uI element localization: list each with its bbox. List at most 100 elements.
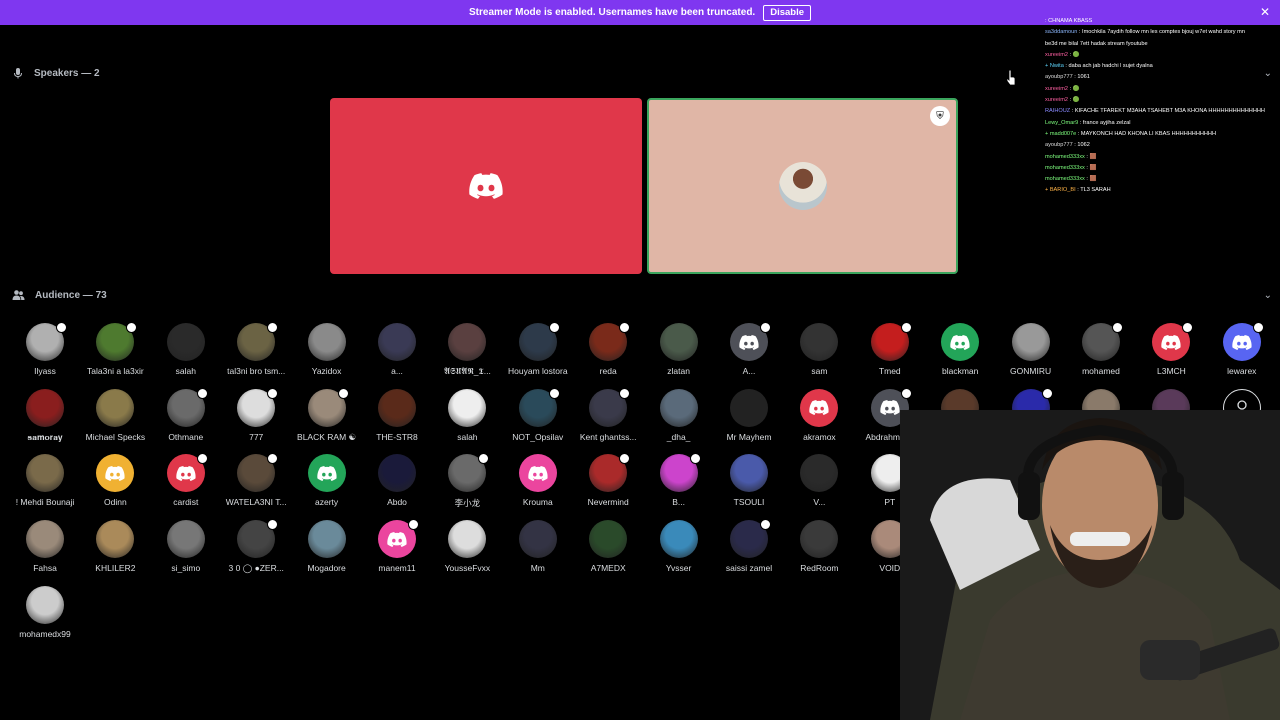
status-badge [900, 387, 912, 399]
audience-member[interactable]: Ilyass [10, 322, 80, 376]
audience-member[interactable]: NOT_Opsilav [503, 387, 573, 442]
audience-member[interactable]: _dha_ [644, 388, 714, 442]
chat-message: xureeim2 : 🟢 [1045, 84, 1280, 95]
avatar [166, 453, 208, 493]
audience-member[interactable]: WATELA3NI T... [221, 453, 291, 507]
chat-username: Lewy_Omar9 [1045, 119, 1080, 126]
chat-text: : 🟢 [1069, 97, 1080, 104]
audience-member[interactable]: saissi zamel [714, 519, 784, 573]
audience-member[interactable]: RedRoom [784, 520, 854, 573]
avatar [307, 520, 346, 559]
audience-member[interactable]: TSOULI [714, 454, 784, 507]
chevron-down-icon[interactable]: ⌄ [1264, 290, 1272, 301]
chat-username: mohamed333xx [1045, 176, 1087, 183]
member-name: Mogadore [307, 563, 346, 574]
audience-member[interactable]: 3 0 ◯ ●ZER... [221, 519, 291, 574]
audience-member[interactable]: Tmed [855, 322, 925, 376]
audience-member[interactable]: cardist [151, 453, 221, 507]
audience-member[interactable]: salah [432, 388, 502, 442]
audience-member[interactable]: Mogadore [292, 520, 362, 573]
avatar [518, 520, 557, 559]
audience-member[interactable]: azerty [292, 454, 362, 507]
audience-member[interactable]: 𝐬𝐚𝐦𝐨𝐫𝐚𝐲 [10, 388, 80, 443]
audience-member[interactable]: V... [784, 454, 854, 507]
chat-text: : 1062 [1074, 142, 1090, 149]
chat-message: xureeim2 : 🟢 [1045, 95, 1280, 106]
audience-member[interactable]: tal3ni bro tsm... [221, 322, 291, 376]
audience-member[interactable]: Abdo [362, 454, 432, 507]
audience-member[interactable]: mohamedx99 [10, 585, 80, 639]
speakers-title: Speakers — 2 [34, 67, 100, 79]
avatar [166, 387, 208, 427]
audience-member[interactable]: akramox [784, 388, 854, 442]
chat-message: ayoubp777 : 1062 [1045, 140, 1280, 151]
disable-streamer-mode-button[interactable]: Disable [763, 4, 811, 21]
audience-member[interactable]: GONMIRU [996, 323, 1066, 376]
audience-member[interactable]: Kent ghantss... [573, 387, 643, 442]
audience-member[interactable]: THE-STR8 [362, 388, 432, 442]
member-name: tal3ni bro tsm... [227, 366, 286, 376]
audience-member[interactable]: zlatan [644, 323, 714, 376]
audience-member[interactable]: lewarex [1207, 322, 1277, 376]
audience-member[interactable]: 𝕬𝕾𝖀𝕬𝕽_𝕿... [432, 323, 502, 377]
avatar [378, 323, 416, 361]
audience-member[interactable]: Othmane [151, 387, 221, 442]
avatar [659, 323, 698, 361]
chat-message: xureeim2 : 🟢 [1045, 50, 1280, 61]
audience-header: Audience — 73 [12, 289, 107, 301]
audience-member[interactable]: Tala3ni a la3xir [80, 322, 150, 376]
audience-member[interactable]: BLACK RAM ☯ [292, 387, 362, 443]
status-badge [760, 519, 771, 531]
audience-member[interactable]: blackman [925, 323, 995, 376]
chat-message: sa3ddamoun : Imochkila 7aydih follow mn … [1045, 27, 1280, 38]
audience-member[interactable]: Krouma [503, 454, 573, 507]
avatar [166, 323, 205, 361]
status-badge [1112, 322, 1123, 333]
audience-member[interactable]: B... [644, 453, 714, 507]
audience-member[interactable]: si_simo [151, 520, 221, 573]
audience-member[interactable]: Mr Mayhem [714, 388, 784, 442]
audience-member[interactable]: Yazidox [292, 323, 362, 376]
audience-member[interactable]: Houyam lostora [503, 322, 573, 376]
chat-text: : 🟢 [1069, 85, 1080, 92]
chat-username: RAIHOUZ [1045, 108, 1072, 115]
audience-member[interactable]: ! Mehdi Bounaji [10, 454, 80, 507]
audience-member[interactable]: Yvsser [644, 520, 714, 573]
audience-member[interactable]: Michael Specks [80, 388, 150, 442]
audience-member[interactable]: reda [573, 322, 643, 376]
avatar [96, 388, 135, 427]
audience-member[interactable]: 李小龙 [432, 453, 502, 509]
audience-member[interactable]: sam [784, 323, 854, 376]
audience-member[interactable]: L3MCH [1136, 322, 1206, 376]
member-name: V... [813, 497, 826, 508]
speaker-tile-active[interactable]: ⛨ [647, 98, 958, 274]
audience-member[interactable]: a... [362, 323, 432, 376]
audience-member[interactable]: YousseFvxx [432, 520, 502, 573]
member-name: blackman [941, 366, 979, 376]
audience-member[interactable]: A7MEDX [573, 520, 643, 573]
speaker-tile[interactable] [330, 98, 642, 274]
audience-member[interactable]: salah [151, 323, 221, 376]
audience-member[interactable]: A... [714, 322, 784, 376]
streamer-webcam [900, 410, 1280, 720]
status-badge [478, 453, 490, 465]
audience-member[interactable]: Nevermind [573, 453, 643, 507]
chat-text: : 🟫 [1086, 153, 1097, 160]
chat-overlay: : CHNAMA KBASS sa3ddamoun : Imochkila 7ay… [1045, 16, 1280, 198]
audience-member[interactable]: Fahsa [10, 520, 80, 573]
audience-member[interactable]: KHLILER2 [80, 520, 150, 573]
avatar [659, 453, 701, 493]
member-name: Mm [530, 563, 545, 574]
chat-text: : MAYKONCH HAD KHONA LI KBAS HHHHHHHHHHH [1077, 130, 1217, 137]
avatar [26, 454, 64, 493]
audience-member[interactable]: mohamed [1066, 322, 1136, 376]
audience-member[interactable]: Mm [503, 520, 573, 573]
audience-member[interactable]: 777 [221, 387, 291, 442]
member-name: BLACK RAM ☯ [297, 431, 357, 442]
mouse-cursor-icon [1006, 70, 1016, 86]
status-badge [900, 322, 912, 333]
audience-member[interactable]: Odinn [80, 454, 150, 507]
audience-title: Audience — 73 [35, 289, 107, 301]
avatar [448, 388, 487, 427]
audience-member[interactable]: manem11 [362, 519, 432, 573]
